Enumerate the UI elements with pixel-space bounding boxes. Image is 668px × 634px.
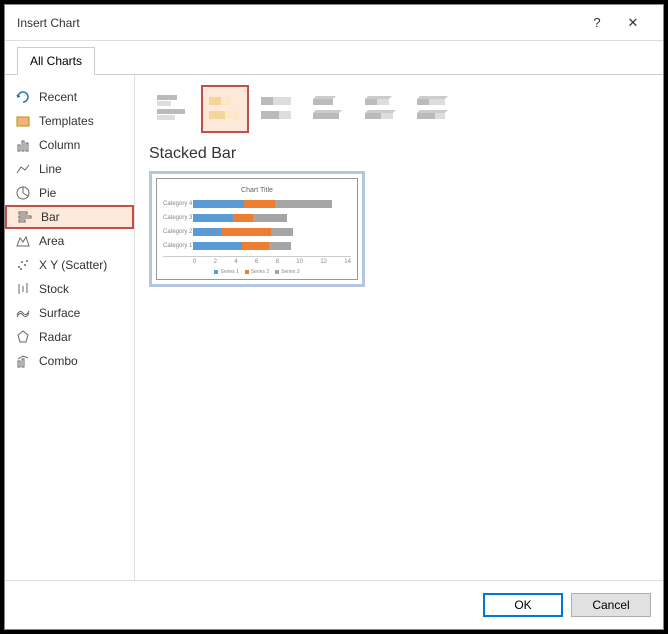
bar-segment [253,214,287,222]
close-button[interactable]: ✕ [615,8,651,38]
subtype-stacked-bar[interactable] [201,85,249,133]
subtype-stacked-bar-100-3d[interactable] [409,85,457,133]
chart-axis: 0 2 4 6 8 10 12 14 [163,256,351,265]
subtype-clustered-bar[interactable] [149,85,197,133]
pie-icon [15,185,31,201]
axis-tick: 10 [296,259,303,265]
recent-icon [15,89,31,105]
bar-segment [242,242,269,250]
column-icon [15,137,31,153]
legend-series-2: Series 2 [245,269,269,275]
insert-chart-dialog: Insert Chart ? ✕ All Charts Recent Templ… [4,4,664,630]
ok-button[interactable]: OK [483,593,563,617]
axis-tick: 2 [214,259,217,265]
bar-segment [244,200,276,208]
sidebar-item-column[interactable]: Column [5,133,134,157]
sidebar-item-area[interactable]: Area [5,229,134,253]
radar-icon [15,329,31,345]
cancel-button[interactable]: Cancel [571,593,651,617]
sidebar-item-label: Radar [39,330,72,344]
bar-segment [269,242,292,250]
sidebar-item-bar[interactable]: Bar [5,205,134,229]
chart-bar-row: Category 4 [163,200,351,208]
axis-tick: 14 [344,259,351,265]
bar-segment [221,228,271,236]
sidebar-item-combo[interactable]: Combo [5,349,134,373]
sidebar-item-label: Stock [39,282,69,296]
tab-all-charts[interactable]: All Charts [17,47,95,75]
category-label: Category 2 [163,229,193,235]
bar-track [193,214,351,222]
axis-tick: 12 [320,259,327,265]
chart-preview-inner: Chart Title Category 4 Category 3 Category… [156,178,358,280]
bar-track [193,228,351,236]
sidebar-item-label: Templates [39,114,94,128]
axis-tick: 6 [255,259,258,265]
help-button[interactable]: ? [579,8,615,38]
sidebar-item-pie[interactable]: Pie [5,181,134,205]
dialog-body: Recent Templates Column Line [5,75,663,580]
sidebar-item-label: Combo [39,354,78,368]
category-label: Category 4 [163,201,193,207]
sidebar-item-line[interactable]: Line [5,157,134,181]
chart-preview[interactable]: Chart Title Category 4 Category 3 Category… [149,171,365,287]
bar-segment [193,214,233,222]
legend-series-3: Series 3 [275,269,299,275]
chart-legend: Series 1 Series 2 Series 3 [163,269,351,275]
templates-icon [15,113,31,129]
sidebar-item-label: Surface [39,306,80,320]
sidebar-item-label: X Y (Scatter) [39,258,107,272]
sidebar-item-label: Area [39,234,64,248]
main-panel: Stacked Bar Chart Title Category 4 Catego… [135,75,663,580]
dialog-footer: OK Cancel [5,580,663,629]
sidebar-item-radar[interactable]: Radar [5,325,134,349]
bar-icon [17,209,33,225]
subtype-strip [149,85,649,133]
sidebar-item-surface[interactable]: Surface [5,301,134,325]
combo-icon [15,353,31,369]
chart-bar-row: Category 3 [163,214,351,222]
chart-category-sidebar: Recent Templates Column Line [5,75,135,580]
area-icon [15,233,31,249]
bar-segment [193,200,244,208]
bar-segment [271,228,294,236]
chart-bar-row: Category 1 [163,242,351,250]
scatter-icon [15,257,31,273]
bar-track [193,242,351,250]
sidebar-item-label: Column [39,138,80,152]
category-label: Category 3 [163,215,193,221]
sidebar-item-scatter[interactable]: X Y (Scatter) [5,253,134,277]
bar-segment [233,214,253,222]
sidebar-item-label: Line [39,162,62,176]
titlebar: Insert Chart ? ✕ [5,5,663,41]
chart-bar-row: Category 2 [163,228,351,236]
subtype-label: Stacked Bar [149,145,649,163]
sidebar-item-stock[interactable]: Stock [5,277,134,301]
bar-segment [275,200,331,208]
chart-title: Chart Title [163,187,351,194]
dialog-title: Insert Chart [17,16,579,30]
axis-tick: 4 [234,259,237,265]
bar-segment [193,228,221,236]
sidebar-item-label: Recent [39,90,77,104]
surface-icon [15,305,31,321]
axis-tick: 0 [193,259,196,265]
category-label: Category 1 [163,243,193,249]
line-icon [15,161,31,177]
axis-tick: 8 [276,259,279,265]
stock-icon [15,281,31,297]
tab-strip: All Charts [5,41,663,75]
sidebar-item-label: Bar [41,210,60,224]
subtype-stacked-bar-3d[interactable] [357,85,405,133]
legend-series-1: Series 1 [214,269,238,275]
sidebar-item-label: Pie [39,186,56,200]
sidebar-item-templates[interactable]: Templates [5,109,134,133]
sidebar-item-recent[interactable]: Recent [5,85,134,109]
subtype-clustered-bar-3d[interactable] [305,85,353,133]
bar-track [193,200,351,208]
bar-segment [193,242,242,250]
subtype-stacked-bar-100[interactable] [253,85,301,133]
